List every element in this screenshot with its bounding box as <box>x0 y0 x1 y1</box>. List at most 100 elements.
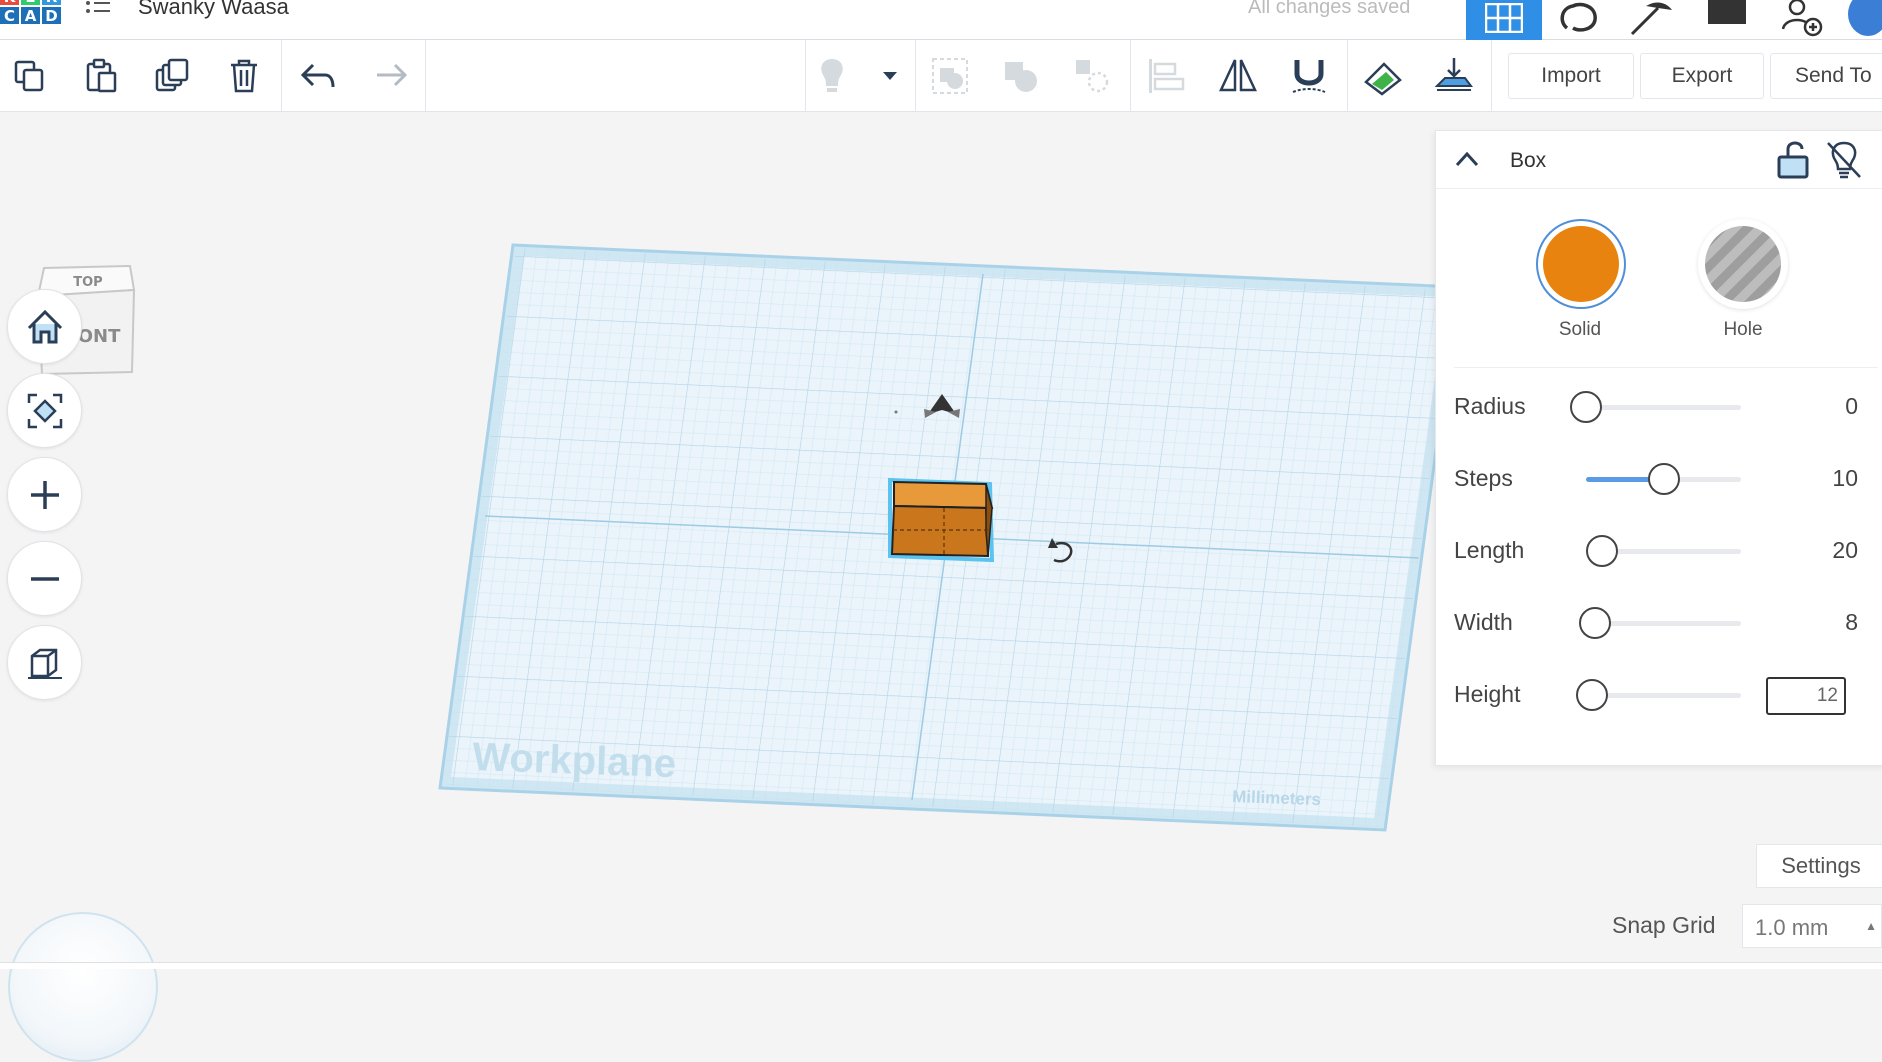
hole-label: Hole <box>1723 319 1763 340</box>
ungroup-button[interactable] <box>999 54 1043 98</box>
shape-inspector-panel: Box Solid Hole Radius 0 Steps 10 Length 20 Wid… <box>1435 130 1882 766</box>
tinkercad-logo[interactable]: K E R C A D <box>0 0 62 36</box>
logo-letter: E <box>21 0 40 6</box>
magnet-button[interactable] <box>1287 54 1331 98</box>
paste-icon <box>86 58 117 93</box>
home-view-button[interactable] <box>7 289 82 364</box>
slider-knob[interactable] <box>1647 463 1680 495</box>
3d-view-button[interactable] <box>1466 0 1542 40</box>
zoom-out-button[interactable] <box>7 541 82 616</box>
orbit-control[interactable] <box>8 912 158 1062</box>
undo-icon <box>300 63 335 88</box>
duplicate-icon <box>155 58 189 92</box>
sim-lab-button[interactable] <box>1690 0 1764 40</box>
align-button[interactable] <box>1144 54 1188 98</box>
send-to-button[interactable]: Send To <box>1770 53 1882 99</box>
solid-label: Solid <box>1558 319 1602 340</box>
height-value-input[interactable] <box>1766 677 1846 715</box>
shape-name[interactable]: Box <box>1510 149 1546 173</box>
chevron-up-icon[interactable] <box>1454 149 1480 169</box>
delete-button[interactable] <box>222 54 266 98</box>
minus-icon <box>30 576 59 581</box>
redo-button[interactable] <box>368 54 412 98</box>
property-value[interactable]: 0 <box>1845 393 1858 420</box>
box-shape[interactable] <box>888 477 995 563</box>
hide-light-icon[interactable] <box>1824 139 1864 181</box>
slider-knob[interactable] <box>1570 391 1602 423</box>
zoom-in-button[interactable] <box>7 457 82 532</box>
view-cube-top-label[interactable]: TOP <box>73 275 102 290</box>
caret-up-icon: ▲ <box>1865 919 1877 933</box>
property-row-length: Length 20 <box>1436 521 1882 581</box>
group-icon <box>932 58 968 94</box>
cruise-button[interactable] <box>1070 54 1114 98</box>
hole-button[interactable] <box>1698 219 1788 309</box>
slider-knob[interactable] <box>1576 679 1609 711</box>
circuits-button[interactable] <box>1616 0 1686 40</box>
projection-toggle-button[interactable] <box>7 625 82 700</box>
inspector-header: Box <box>1436 131 1882 189</box>
slider-track[interactable] <box>1586 405 1741 410</box>
show-all-button[interactable] <box>810 54 854 98</box>
redo-icon <box>377 63 408 87</box>
property-value[interactable]: 20 <box>1832 537 1858 564</box>
lightbulb-icon <box>821 59 843 92</box>
workplane-button[interactable] <box>1432 54 1476 98</box>
magnet-icon <box>1292 60 1326 93</box>
property-value[interactable]: 10 <box>1832 465 1858 492</box>
property-label: Width <box>1454 609 1513 635</box>
import-button[interactable]: Import <box>1508 53 1634 99</box>
snap-grid-select[interactable]: 1.0 mm ▲ <box>1742 904 1882 948</box>
paste-button[interactable] <box>80 54 124 98</box>
ruler-button[interactable] <box>1361 54 1405 98</box>
property-row-height: Height <box>1436 665 1882 725</box>
avatar-icon <box>1848 0 1882 36</box>
logo-letter: A <box>21 7 40 25</box>
align-icon <box>1149 59 1185 93</box>
home-icon <box>27 309 62 343</box>
dark-panel-icon <box>1708 0 1746 24</box>
perspective-cube-icon <box>27 648 62 679</box>
mirror-button[interactable] <box>1216 54 1260 98</box>
mirror-icon <box>1219 59 1257 92</box>
property-row-width: Width 8 <box>1436 593 1882 653</box>
property-label: Radius <box>1454 393 1526 419</box>
logo-letter: D <box>42 7 61 25</box>
plus-icon <box>30 480 59 509</box>
cruise-icon <box>1076 60 1109 93</box>
slider-track[interactable] <box>1586 693 1741 698</box>
unlock-icon[interactable] <box>1776 139 1812 181</box>
slider-knob[interactable] <box>1585 535 1618 567</box>
codeblocks-icon <box>1560 2 1597 32</box>
show-all-dropdown[interactable] <box>868 54 912 98</box>
property-label: Height <box>1454 681 1521 707</box>
slider-knob[interactable] <box>1579 607 1612 639</box>
group-button[interactable] <box>928 54 972 98</box>
fit-view-button[interactable] <box>7 373 82 448</box>
logo-letter: R <box>42 0 61 6</box>
fit-all-icon <box>27 393 62 428</box>
snap-grid-value: 1.0 mm <box>1755 915 1829 940</box>
top-bar: K E R C A D Swanky Waasa All changes sav… <box>0 0 1882 40</box>
copy-button[interactable] <box>8 54 52 98</box>
project-title[interactable]: Swanky Waasa <box>138 0 289 20</box>
ruler-icon <box>1364 62 1402 96</box>
ungroup-icon <box>1005 62 1037 92</box>
export-button[interactable]: Export <box>1640 53 1764 99</box>
property-value[interactable]: 8 <box>1845 609 1858 636</box>
undo-button[interactable] <box>296 54 340 98</box>
invite-user-button[interactable] <box>1768 0 1838 40</box>
caret-down-icon <box>883 72 897 80</box>
solid-color-button[interactable] <box>1536 219 1626 309</box>
snap-grid-label: Snap Grid <box>1612 912 1716 938</box>
user-avatar[interactable] <box>1848 0 1882 40</box>
logo-letter: C <box>0 7 19 25</box>
list-menu-icon[interactable] <box>85 0 113 20</box>
workplane-label: Workplane <box>472 735 677 786</box>
duplicate-button[interactable] <box>151 54 195 98</box>
property-row-steps: Steps 10 <box>1436 449 1882 509</box>
settings-button[interactable]: Settings <box>1756 844 1882 888</box>
property-label: Length <box>1454 537 1525 563</box>
codeblocks-button[interactable] <box>1544 0 1614 40</box>
property-row-radius: Radius 0 <box>1436 377 1882 437</box>
